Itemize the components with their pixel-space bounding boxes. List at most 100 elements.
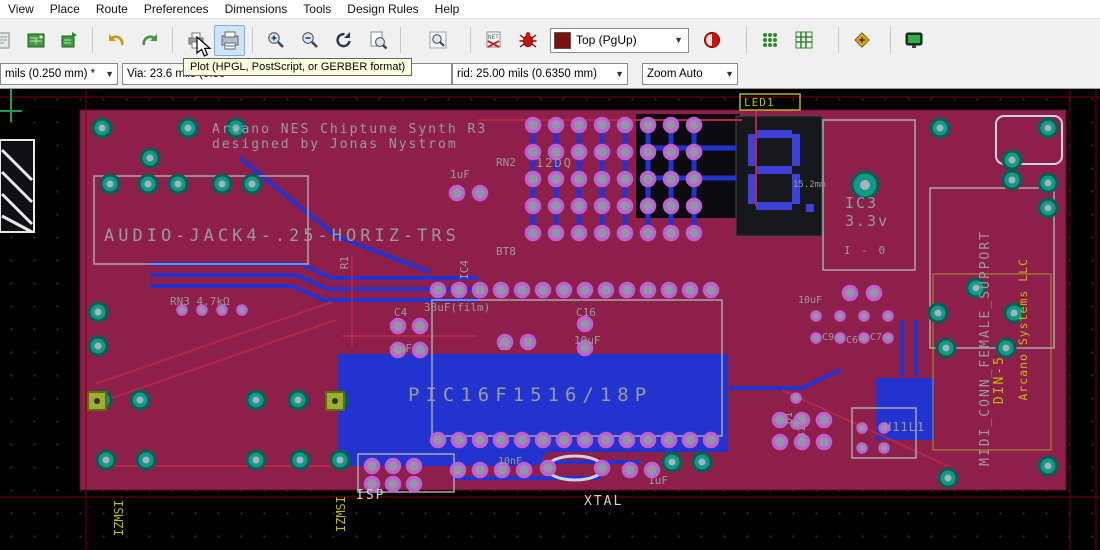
grid-pads-icon: [760, 30, 780, 50]
contrast-mode-button[interactable]: [696, 25, 727, 56]
track-width-select[interactable]: mils (0.250 mm) * ▼: [0, 63, 118, 85]
toolbar-separator: [252, 27, 253, 53]
ref-1uf-bottom: 1uF: [648, 474, 668, 487]
zoom-fit-icon: [368, 30, 388, 50]
grid-tracks-button[interactable]: [788, 25, 819, 56]
ref-c9: C9: [822, 332, 834, 343]
3d-viewer-button[interactable]: [898, 25, 929, 56]
find-icon: [428, 30, 448, 50]
ref-12dq: 12DQ: [536, 156, 573, 170]
menu-preferences[interactable]: Preferences: [136, 1, 217, 17]
board-update-button[interactable]: [54, 25, 85, 56]
midi-conn-label: MIDI_CONN_FEMALE_SUPPORT: [978, 230, 993, 466]
plot-button[interactable]: [214, 25, 245, 56]
board-edit-button[interactable]: [20, 25, 51, 56]
toolbar-separator: [890, 27, 891, 53]
zoom-value: Zoom Auto: [647, 68, 722, 80]
netlist-icon: NET: [484, 30, 504, 50]
grid-pads-button[interactable]: [754, 25, 785, 56]
toolbar-separator: [92, 27, 93, 53]
ref-din5: DIN-5: [992, 355, 1007, 404]
toolbar-separator: [400, 27, 401, 53]
track-width-value: mils (0.250 mm) *: [5, 68, 102, 80]
redraw-button[interactable]: [328, 25, 359, 56]
find-button[interactable]: [422, 25, 453, 56]
menu-tools[interactable]: Tools: [295, 1, 339, 17]
edge-connector: [0, 140, 34, 232]
ref-xtal: XTAL: [584, 494, 623, 509]
ref-ic4: IC4: [458, 260, 471, 280]
zoom-select[interactable]: Zoom Auto ▼: [642, 63, 738, 85]
menu-dimensions[interactable]: Dimensions: [217, 1, 296, 17]
audio-jack-label: AUDIO-JACK4-.25-HORIZ-TRS: [104, 226, 460, 246]
main-toolbar: NET Top (PgUp) ▼: [0, 18, 1100, 62]
ref-1uf-mid: 1uF: [392, 342, 412, 355]
ratsnest-bug-icon: [518, 30, 538, 50]
mirror-text-left: IZMSI: [112, 500, 126, 536]
ref-r1: R1: [338, 256, 351, 269]
pcb-canvas[interactable]: Arcano NES Chiptune Synth R3 designed by…: [0, 88, 1100, 550]
ref-1uf-top: 1uF: [450, 168, 470, 181]
toolbar-separator: [746, 27, 747, 53]
arcano-systems-label: Arcano Systems LLC: [1016, 258, 1030, 401]
ref-33uf: 33uF(film): [424, 301, 490, 314]
menu-place[interactable]: Place: [42, 1, 88, 17]
chevron-down-icon: ▼: [671, 35, 686, 45]
ref-10uf: 10uF: [574, 334, 601, 347]
ref-4148: 4148: [797, 414, 808, 438]
options-bar: mils (0.250 mm) * ▼ Via: 23.6 mils (0.60…: [0, 60, 1100, 89]
zoom-out-button[interactable]: [294, 25, 325, 56]
menu-bar: View Place Route Preferences Dimensions …: [0, 0, 1100, 18]
board-designer-text: designed by Jonas Nystrom: [212, 137, 458, 152]
ref-rn3: RN3 4.7kΩ: [170, 295, 230, 308]
ref-152mm: 15.2mm: [793, 180, 826, 190]
contrast-mode-icon: [702, 30, 722, 50]
ref-rn2: RN2: [496, 156, 516, 169]
netlist-button[interactable]: NET: [478, 25, 509, 56]
ratsnest-bug-button[interactable]: [512, 25, 543, 56]
layer-color-swatch: [554, 32, 571, 49]
zoom-in-button[interactable]: [260, 25, 291, 56]
toolbar-separator: [838, 27, 839, 53]
undo-button[interactable]: [100, 25, 131, 56]
ref-ic3-voltage: 3.3v: [845, 212, 889, 230]
menu-view[interactable]: View: [0, 1, 42, 17]
ref-switch-io: I - 0: [844, 244, 887, 257]
ref-c5: C5: [498, 340, 511, 353]
grid-value: rid: 25.00 mils (0.6350 mm): [457, 68, 612, 80]
mouse-cursor-icon: [196, 36, 212, 58]
zoom-in-icon: [266, 30, 286, 50]
menu-help[interactable]: Help: [427, 1, 468, 17]
board-title-text: Arcano NES Chiptune Synth R3: [212, 122, 487, 137]
ref-ic3: IC3: [845, 194, 878, 212]
ref-c4: C4: [394, 306, 407, 319]
board-update-icon: [60, 30, 80, 50]
mirror-text-mid: IZMSI: [334, 496, 348, 532]
menu-route[interactable]: Route: [88, 1, 136, 17]
layer-selector[interactable]: Top (PgUp) ▼: [550, 28, 689, 53]
ref-d1: D1: [784, 412, 795, 424]
footprint-mode-button[interactable]: [846, 25, 877, 56]
ref-led1: LED1: [744, 96, 775, 109]
menu-design-rules[interactable]: Design Rules: [339, 1, 426, 17]
ref-pic-chip: PIC16F1516/18P: [408, 384, 652, 406]
redo-button[interactable]: [134, 25, 165, 56]
partial-tool-button[interactable]: [0, 25, 17, 56]
svg-text:NET: NET: [488, 34, 499, 41]
chevron-down-icon: ▼: [612, 69, 627, 79]
board-edit-icon: [26, 30, 46, 50]
layer-selector-value: Top (PgUp): [576, 33, 671, 47]
plot-tooltip: Plot (HPGL, PostScript, or GERBER format…: [183, 58, 412, 76]
3d-viewer-icon: [904, 30, 924, 50]
plot-icon: [220, 30, 240, 50]
partial-icon: [0, 30, 12, 50]
zoom-fit-button[interactable]: [362, 25, 393, 56]
grid-select[interactable]: rid: 25.00 mils (0.6350 mm) ▼: [452, 63, 628, 85]
toolbar-separator: [470, 27, 471, 53]
chevron-down-icon: ▼: [722, 69, 737, 79]
ref-10uf-right: 10uF: [798, 295, 822, 306]
ref-c6: C6: [846, 335, 858, 346]
ref-c16: C16: [576, 306, 596, 319]
ref-bt8: BT8: [496, 245, 516, 258]
ref-c7: C7: [870, 332, 882, 343]
